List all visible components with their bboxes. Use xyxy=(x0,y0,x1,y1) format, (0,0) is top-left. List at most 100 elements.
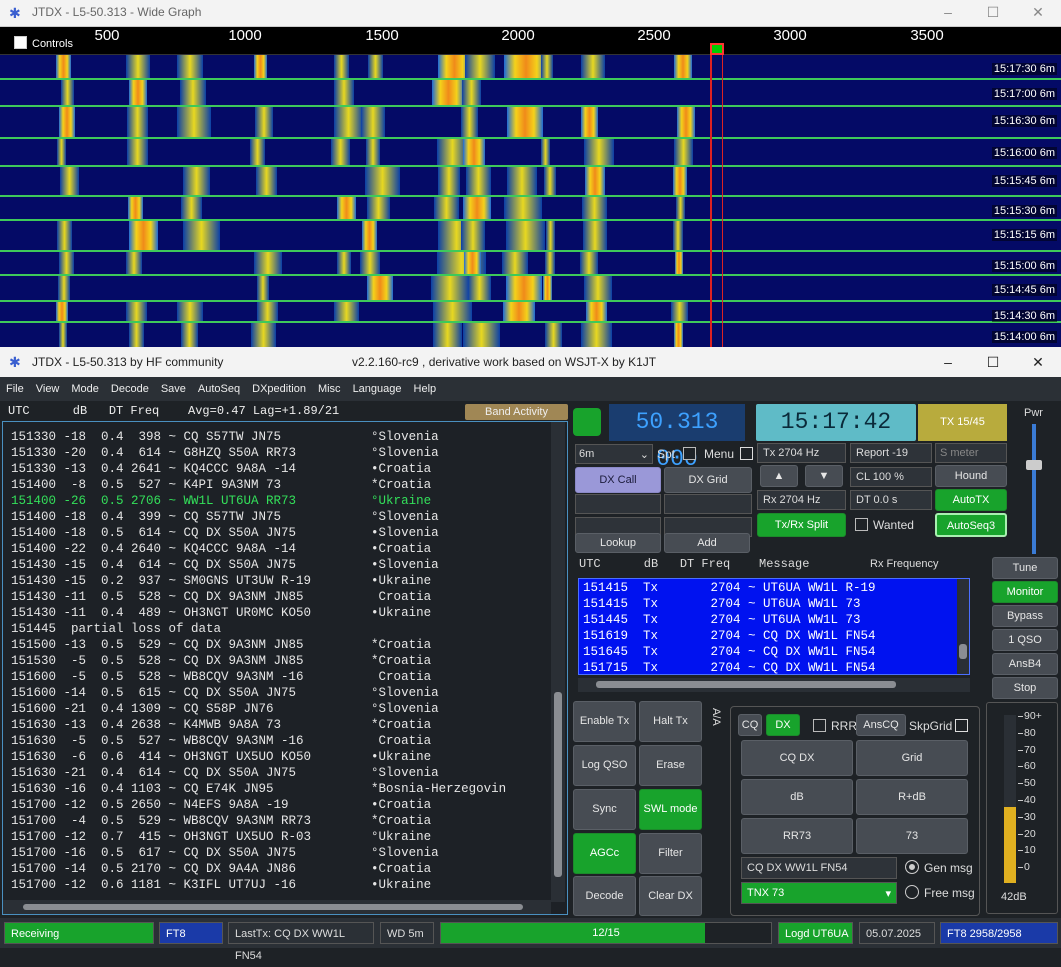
gen-msg-radio[interactable] xyxy=(905,860,919,874)
ansb4-button[interactable]: AnsB4 xyxy=(992,653,1058,675)
rx-frequency-marker[interactable] xyxy=(710,43,724,55)
menu-save[interactable]: Save xyxy=(155,377,192,401)
decode-row[interactable]: 151330 -18 0.4 398 ~ CQ S57TW JN75 °Slov… xyxy=(11,430,439,446)
dx-call-input[interactable] xyxy=(575,494,661,514)
erase-button[interactable]: Erase xyxy=(639,745,702,786)
tx-frequency-spinbox[interactable]: Tx 2704 Hz xyxy=(757,443,846,463)
decode-row[interactable]: 151400 -18 0.4 399 ~ CQ S57TW JN75 °Slov… xyxy=(11,510,439,526)
swl-mode-button[interactable]: SWL mode xyxy=(639,789,702,830)
band-select[interactable]: 6m ⌄ xyxy=(575,444,653,464)
decode-row[interactable]: 151630 -16 0.4 1103 ~ CQ E74K JN95 *Bosn… xyxy=(11,782,506,798)
msg-grid-button[interactable]: Grid xyxy=(856,740,968,776)
wanted-checkbox[interactable] xyxy=(855,518,868,531)
decode-row[interactable]: 151330 -20 0.4 614 ~ G8HZQ S50A RR73 °Sl… xyxy=(11,446,439,462)
menu-mode[interactable]: Mode xyxy=(65,377,105,401)
dx-button[interactable]: DX xyxy=(766,714,800,736)
decode-row[interactable]: 151630 -13 0.4 2638 ~ K4MWB 9A8A 73 *Cro… xyxy=(11,718,431,734)
maximize-icon[interactable]: ☐ xyxy=(970,0,1016,27)
msg-r-db-button[interactable]: R+dB xyxy=(856,779,968,815)
waterfall-display[interactable]: 15:17:30 6m 15:17:00 6m 15:16:30 6m 15:16:0… xyxy=(0,55,1061,347)
dt-spinbox[interactable]: DT 0.0 s xyxy=(850,490,932,510)
rx-message-list[interactable]: 151415 Tx 2704 ~ UT6UA WW1L R-19 151415 T… xyxy=(578,578,970,675)
decode-row[interactable]: 151630 -6 0.6 414 ~ OH3NGT UX5UO KO50 •U… xyxy=(11,750,431,766)
menu-checkbox[interactable] xyxy=(740,447,753,460)
menu-file[interactable]: File xyxy=(0,377,30,401)
agcc-button[interactable]: AGCc xyxy=(573,833,636,874)
tune-button[interactable]: Tune xyxy=(992,557,1058,579)
dx-call-button[interactable]: DX Call xyxy=(575,467,661,493)
decode-row[interactable]: 151600 -14 0.5 615 ~ CQ DX S50A JN75 °Sl… xyxy=(11,686,439,702)
add-button[interactable]: Add xyxy=(664,533,750,553)
decode-row[interactable]: 151700 -16 0.5 617 ~ CQ DX S50A JN75 °Sl… xyxy=(11,846,439,862)
decode-row[interactable]: 151700 -12 0.6 1181 ~ K3IFL UT7UJ -16 •U… xyxy=(11,878,431,894)
menu-decode[interactable]: Decode xyxy=(105,377,155,401)
dx-grid-input[interactable] xyxy=(664,494,752,514)
one-qso-button[interactable]: 1 QSO xyxy=(992,629,1058,651)
decode-row[interactable]: 151630 -5 0.5 527 ~ WB8CQV 9A3NM -16 Cro… xyxy=(11,734,431,750)
decode-button[interactable]: Decode xyxy=(573,876,636,916)
sync-button[interactable]: Sync xyxy=(573,789,636,830)
decode-row[interactable]: 151700 -4 0.5 529 ~ WB8CQV 9A3NM RR73 *C… xyxy=(11,814,431,830)
close-icon[interactable]: ✕ xyxy=(1015,350,1061,377)
lookup-button[interactable]: Lookup xyxy=(575,533,661,553)
skpgrid-checkbox[interactable] xyxy=(955,719,968,732)
anscq-button[interactable]: AnsCQ xyxy=(856,714,906,736)
decode-vscrollbar[interactable] xyxy=(551,422,565,902)
scroll-thumb[interactable] xyxy=(23,904,523,910)
rx-message-row[interactable]: 151645 Tx 2704 ~ CQ DX WW1L FN54 xyxy=(583,645,876,659)
tx-down-button[interactable]: ▼ xyxy=(805,465,843,487)
autotx-button[interactable]: AutoTX xyxy=(935,489,1007,511)
msg-rr73-button[interactable]: RR73 xyxy=(741,818,853,854)
decode-list[interactable]: 151330 -18 0.4 398 ~ CQ S57TW JN75 °Slov… xyxy=(2,421,568,915)
rx-message-row[interactable]: 151415 Tx 2704 ~ UT6UA WW1L R-19 xyxy=(583,581,876,595)
free-msg-radio[interactable] xyxy=(905,885,919,899)
clear-dx-button[interactable]: Clear DX xyxy=(639,876,702,916)
rx-frequency-spinbox[interactable]: Rx 2704 Hz xyxy=(757,490,846,510)
cl-spinbox[interactable]: CL 100 % xyxy=(850,467,932,487)
menu-misc[interactable]: Misc xyxy=(312,377,347,401)
spt-checkbox[interactable] xyxy=(683,447,696,460)
scroll-thumb[interactable] xyxy=(554,692,562,877)
filter-button[interactable]: Filter xyxy=(639,833,702,874)
dx-grid-button[interactable]: DX Grid xyxy=(664,467,752,493)
dial-frequency[interactable]: 50.313 000 xyxy=(609,404,745,472)
txrx-split-button[interactable]: Tx/Rx Split xyxy=(757,513,846,537)
decode-row[interactable]: 151700 -14 0.5 2170 ~ CQ DX 9A4A JN86 •C… xyxy=(11,862,431,878)
autoseq3-button[interactable]: AutoSeq3 xyxy=(935,513,1007,537)
decode-row[interactable]: 151700 -12 0.7 415 ~ OH3NGT UX5UO R-03 °… xyxy=(11,830,431,846)
controls-checkbox[interactable] xyxy=(14,36,27,49)
monitor-button[interactable]: Monitor xyxy=(992,581,1058,603)
menu-autoseq[interactable]: AutoSeq xyxy=(192,377,246,401)
decode-row[interactable]: 151400 -26 0.5 2706 ~ WW1L UT6UA RR73 °U… xyxy=(11,494,431,510)
decode-hscrollbar[interactable] xyxy=(3,900,551,914)
menu-language[interactable]: Language xyxy=(347,377,408,401)
rrr-checkbox[interactable] xyxy=(813,719,826,732)
decode-row[interactable]: 151600 -5 0.5 528 ~ WB8CQV 9A3NM -16 Cro… xyxy=(11,670,431,686)
menu-dxpedition[interactable]: DXpedition xyxy=(246,377,312,401)
decode-row[interactable]: 151400 -18 0.5 614 ~ CQ DX S50A JN75 •Sl… xyxy=(11,526,439,542)
decode-row[interactable]: 151530 -5 0.5 528 ~ CQ DX 9A3NM JN85 *Cr… xyxy=(11,654,431,670)
decode-row[interactable]: 151630 -21 0.4 614 ~ CQ DX S50A JN75 °Sl… xyxy=(11,766,439,782)
stop-button[interactable]: Stop xyxy=(992,677,1058,699)
power-slider-track[interactable] xyxy=(1032,424,1036,554)
decode-row[interactable]: 151400 -8 0.5 527 ~ K4PI 9A3NM 73 *Croat… xyxy=(11,478,431,494)
tx-period-button[interactable]: TX 15/45 xyxy=(918,404,1007,441)
decode-row[interactable]: 151430 -15 0.4 614 ~ CQ DX S50A JN75 •Sl… xyxy=(11,558,439,574)
minimize-icon[interactable]: – xyxy=(925,0,971,27)
rx-message-row[interactable]: 151445 Tx 2704 ~ UT6UA WW1L 73 xyxy=(583,613,861,627)
log-qso-button[interactable]: Log QSO xyxy=(573,745,636,786)
decode-row[interactable]: 151430 -15 0.2 937 ~ SM0GNS UT3UW R-19 •… xyxy=(11,574,431,590)
close-icon[interactable]: ✕ xyxy=(1015,0,1061,27)
az-toggle[interactable]: A/A xyxy=(710,708,722,726)
decode-row[interactable]: 151700 -12 0.5 2650 ~ N4EFS 9A8A -19 •Cr… xyxy=(11,798,431,814)
msg-db-button[interactable]: dB xyxy=(741,779,853,815)
decode-row[interactable]: 151400 -22 0.4 2640 ~ KQ4CCC 9A8A -14 •C… xyxy=(11,542,431,558)
smeter-field[interactable]: S meter xyxy=(935,443,1007,463)
report-spinbox[interactable]: Report -19 xyxy=(850,443,932,463)
rx-message-row[interactable]: 151415 Tx 2704 ~ UT6UA WW1L 73 xyxy=(583,597,861,611)
msg-vscrollbar[interactable] xyxy=(957,579,969,674)
decode-row[interactable]: 151430 -11 0.5 528 ~ CQ DX 9A3NM JN85 Cr… xyxy=(11,590,431,606)
enable-tx-button[interactable]: Enable Tx xyxy=(573,701,636,742)
decode-row[interactable]: 151600 -21 0.4 1309 ~ CQ S58P JN76 °Slov… xyxy=(11,702,439,718)
menu-help[interactable]: Help xyxy=(408,377,443,401)
